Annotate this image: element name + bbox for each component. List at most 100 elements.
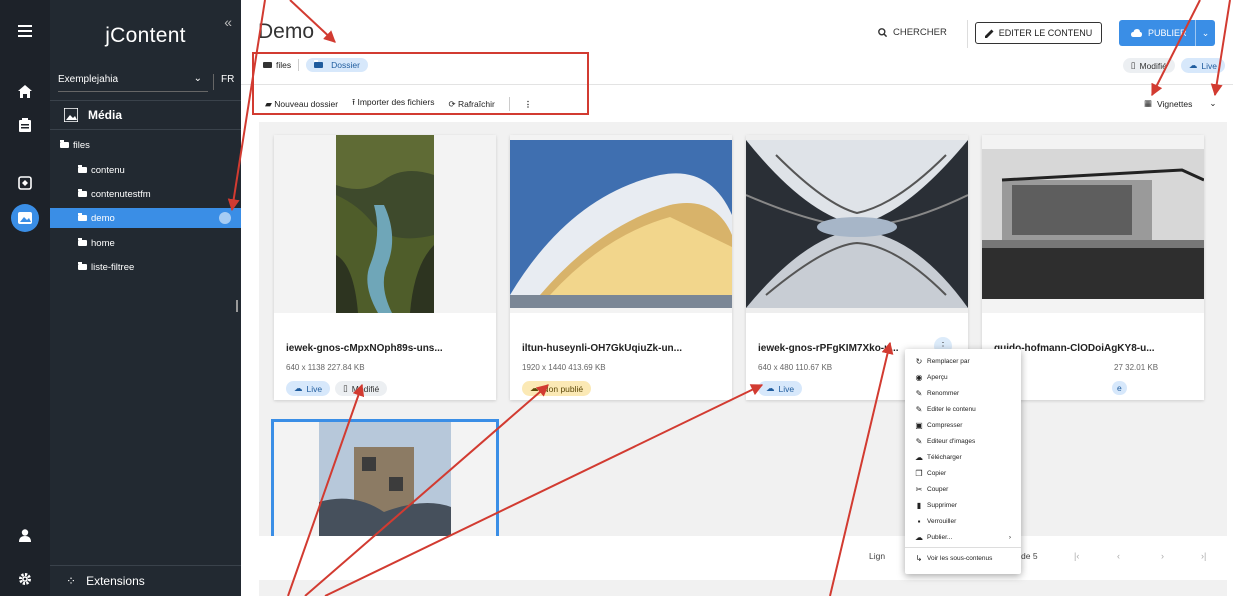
menu-item-image-editor[interactable]: ✎ Editeur d'images — [905, 433, 1021, 449]
menu-item-lock[interactable]: ▪ Verrouiller — [905, 513, 1021, 529]
lock-icon: ▪ — [917, 516, 921, 526]
tree-item-label: contenutestfm — [91, 188, 151, 200]
language-selector[interactable]: FR — [213, 74, 234, 90]
menu-item-download[interactable]: ☁ Télécharger — [905, 449, 1021, 465]
page-title: Demo — [258, 20, 315, 43]
accordion-media[interactable]: Média — [50, 100, 241, 130]
menu-item-view-subcontents[interactable]: ↳ Voir les sous-contenus — [905, 550, 1021, 566]
status-label: Modifié — [1139, 60, 1167, 71]
badge-label: e — [1117, 383, 1122, 393]
extensions-link[interactable]: ⁘ Extensions — [50, 565, 241, 596]
menu-item-label: Editer le contenu — [927, 405, 976, 413]
menu-item-rename[interactable]: ✎ Renommer — [905, 385, 1021, 401]
annotation-highlight-box — [252, 52, 589, 115]
media-meta: 640 x 480 110.67 KB — [758, 363, 833, 372]
tree-item-label: demo — [91, 212, 115, 224]
tree-item-contenutestfm[interactable]: contenutestfm — [50, 184, 241, 204]
menu-item-compress[interactable]: ▣ Compresser — [905, 417, 1021, 433]
media-meta: 27 32.01 KB — [1114, 363, 1159, 372]
user-icon[interactable] — [12, 522, 38, 548]
tree-item-home[interactable]: home — [50, 233, 241, 253]
menu-item-label: Télécharger — [927, 453, 962, 461]
clipboard-icon[interactable] — [12, 112, 38, 138]
menu-item-cut[interactable]: ✂ Couper — [905, 481, 1021, 497]
resize-handle[interactable] — [236, 300, 238, 312]
pagination: Lign de 5 |‹ ‹ › ›| — [259, 536, 1227, 580]
tree-item-label: files — [73, 139, 90, 151]
status-badge-modified: ▯ Modifié — [335, 381, 388, 396]
folder-icon — [78, 165, 87, 173]
chevron-down-icon[interactable]: ⌄ — [1209, 98, 1216, 109]
menu-item-copy[interactable]: ❐ Copier — [905, 465, 1021, 481]
previous-page-icon[interactable]: ‹ — [1117, 551, 1120, 561]
cloud-icon: ☁ — [915, 532, 923, 542]
cloud-icon: ☁ — [294, 383, 303, 393]
media-card[interactable]: iewek-gnos-cMpxNOph89s-uns... 640 x 1138… — [274, 135, 496, 400]
edit-content-label: EDITER LE CONTENU — [998, 28, 1093, 38]
publish-menu-chevron-icon[interactable]: ⌄ — [1195, 20, 1215, 46]
nav-rail — [0, 0, 50, 596]
cloud-off-icon: ☁ — [530, 383, 539, 393]
tree-item-demo[interactable]: demo — [50, 208, 241, 228]
view-mode-label: Vignettes — [1157, 98, 1193, 109]
menu-icon[interactable] — [12, 18, 38, 44]
jcontent-window: jContent « Exemplejahia ⌄ FR Média files… — [0, 0, 1233, 596]
thumbnail — [982, 135, 1204, 313]
thumbnail — [510, 135, 732, 313]
first-page-icon[interactable]: |‹ — [1074, 551, 1079, 561]
status-label: Live — [1201, 60, 1217, 71]
media-card[interactable]: iltun-huseynli-OH7GkUqiuZk-un... 1920 x … — [510, 135, 732, 400]
menu-item-label: Renommer — [927, 389, 960, 397]
context-menu: ↻ Remplacer par ◉ Aperçu ✎ Renommer ✎ Editer… — [905, 349, 1021, 574]
replace-icon: ↻ — [915, 356, 923, 366]
info-icon[interactable] — [219, 212, 231, 224]
next-page-icon[interactable]: › — [1161, 551, 1164, 561]
trash-icon: ▮ — [916, 500, 922, 510]
menu-item-edit-content[interactable]: ✎ Editer le contenu — [905, 401, 1021, 417]
menu-item-label: Compresser — [927, 421, 963, 429]
media-icon[interactable] — [11, 204, 39, 232]
eye-icon: ◉ — [915, 372, 923, 382]
menu-item-label: Remplacer par — [927, 357, 970, 365]
tree-item-liste-filtree[interactable]: liste-filtree — [50, 257, 241, 277]
collapse-sidebar-button[interactable]: « — [224, 14, 232, 30]
folder-icon — [78, 189, 87, 197]
badge-label: Live — [778, 383, 795, 394]
tree-item-files[interactable]: files — [50, 135, 241, 155]
app-brand: jContent — [105, 24, 186, 47]
badges: ☁ Live ▯ Modifié — [286, 381, 388, 396]
menu-item-label: Supprimer — [927, 501, 957, 509]
badge-label: Live — [306, 383, 323, 394]
media-meta: 640 x 1138 227.84 KB — [286, 363, 365, 372]
view-mode-selector[interactable]: ▦ Vignettes ⌄ — [1144, 98, 1216, 109]
status-badge-live: e — [1112, 381, 1127, 395]
gear-icon[interactable] — [12, 566, 38, 592]
status-badge-live: ☁ Live — [286, 381, 331, 396]
menu-item-preview[interactable]: ◉ Aperçu — [905, 369, 1021, 385]
search-button[interactable]: CHERCHER — [878, 27, 947, 38]
tree-item-contenu[interactable]: contenu — [50, 160, 241, 180]
badge-label: Non publié — [542, 383, 584, 394]
cloud-upload-icon — [1131, 29, 1142, 37]
menu-item-delete[interactable]: ▮ Supprimer — [905, 497, 1021, 513]
home-icon[interactable] — [12, 78, 38, 104]
publish-button[interactable]: PUBLIER ⌄ — [1119, 20, 1215, 46]
page-builder-icon[interactable] — [12, 170, 38, 196]
puzzle-icon: ⁘ — [66, 574, 77, 588]
edit-content-button[interactable]: EDITER LE CONTENU — [975, 22, 1102, 44]
menu-item-label: Copier — [927, 469, 947, 477]
media-card-selected[interactable] — [271, 419, 499, 545]
folder-status: ▯ Modifié ☁ Live — [1122, 58, 1225, 73]
folder-icon — [60, 140, 69, 148]
accordion-label: Média — [88, 108, 123, 122]
menu-item-replace[interactable]: ↻ Remplacer par — [905, 353, 1021, 369]
scissors-icon: ✂ — [915, 484, 923, 494]
media-name: iewek-gnos-cMpxNOph89s-uns... — [286, 343, 443, 354]
status-badge-modified: ▯ Modifié — [1122, 58, 1175, 73]
doc-icon: ▯ — [1130, 60, 1136, 70]
rows-per-page-label: Lign — [869, 551, 886, 561]
site-selector[interactable]: Exemplejahia ⌄ — [58, 70, 208, 92]
last-page-icon[interactable]: ›| — [1201, 551, 1206, 561]
page-range-label: de 5 — [1021, 551, 1038, 561]
menu-item-publish[interactable]: ☁ Publier... › — [905, 529, 1021, 545]
